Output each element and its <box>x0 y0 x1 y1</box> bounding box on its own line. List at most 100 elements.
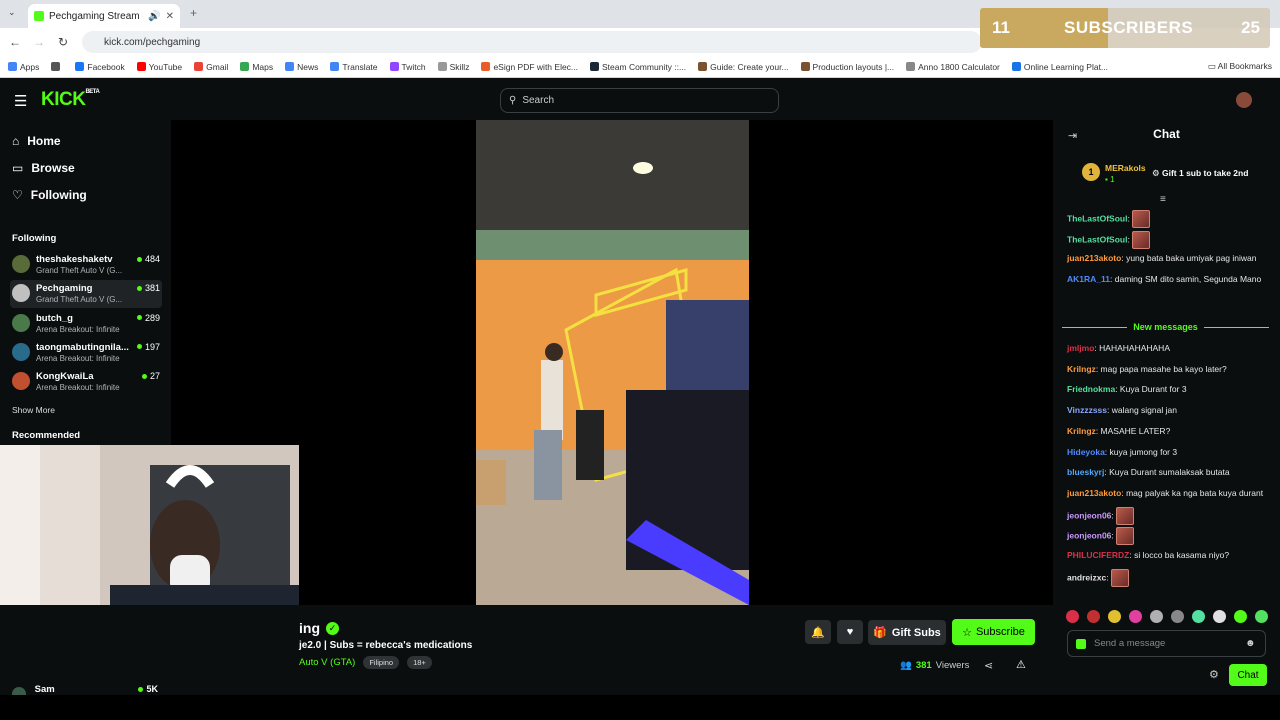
chat-username[interactable]: blueskyrj <box>1067 467 1104 477</box>
chat-text: HAHAHAHAHAHA <box>1099 343 1170 353</box>
tag-language[interactable]: Filipino <box>363 656 400 669</box>
chat-message: Krilngz: mag papa masahe ba kayo later? <box>1067 363 1227 374</box>
gift-leaderboard[interactable]: 1 MERakols ▪ 1 ⚙ Gift 1 sub to take 2nd <box>1082 160 1267 188</box>
new-tab-icon[interactable]: + <box>190 6 197 20</box>
bookmark-item[interactable] <box>51 62 63 71</box>
chat-message-input[interactable]: Send a message <box>1067 630 1266 657</box>
chat-username[interactable]: juan213akoto <box>1067 253 1121 263</box>
user-avatar[interactable] <box>1236 92 1252 108</box>
notification-bell-icon[interactable]: 🔔 <box>805 620 831 644</box>
quick-emote-icon[interactable] <box>1066 609 1079 623</box>
nav-browse[interactable]: ▭ Browse <box>12 161 75 175</box>
bookmark-item[interactable]: Online Learning Plat... <box>1011 62 1108 72</box>
top-gifter-count: ▪ 1 <box>1105 175 1115 184</box>
tab-list-icon[interactable]: ⌄ <box>8 7 16 18</box>
bookmark-item[interactable]: Skillz <box>437 62 469 72</box>
chat-username[interactable]: jeonjeon06 <box>1067 510 1111 520</box>
bookmark-item[interactable]: Steam Community ::... <box>590 62 686 72</box>
bookmark-item[interactable]: Apps <box>8 62 39 72</box>
bookmark-label: eSign PDF with Elec... <box>493 61 579 72</box>
following-channel[interactable]: theshakeshaketv Grand Theft Auto V (G... 4… <box>10 251 162 279</box>
following-channel[interactable]: taongmabutingnila... Arena Breakout: Infi… <box>10 339 162 367</box>
chat-username[interactable]: Vinzzzsss <box>1067 405 1107 415</box>
bookmark-item[interactable]: eSign PDF with Elec... <box>481 62 578 72</box>
back-icon[interactable]: ← <box>3 35 27 49</box>
forward-icon[interactable]: → <box>27 35 51 49</box>
channel-avatar <box>12 284 30 303</box>
chat-username[interactable]: TheLastOfSoul <box>1067 213 1127 223</box>
bookmark-item[interactable]: Guide: Create your... <box>698 61 789 72</box>
quick-emote-icon[interactable] <box>1150 609 1163 623</box>
bookmark-item[interactable]: Gmail <box>194 62 228 72</box>
chat-username[interactable]: jmljmo <box>1067 343 1094 353</box>
bookmark-item[interactable]: Twitch <box>389 62 426 72</box>
show-more-link[interactable]: Show More <box>12 405 55 415</box>
chat-username[interactable]: AK1RA_11 <box>1067 274 1110 284</box>
chat-settings-gear-icon[interactable]: ⚙ <box>1209 668 1219 681</box>
kick-logo[interactable]: KICKBETA <box>41 89 100 111</box>
quick-emote-icon[interactable] <box>1129 609 1142 623</box>
channel-viewers: 197 <box>136 342 160 352</box>
bookmark-label: Apps <box>20 61 40 72</box>
nav-following[interactable]: ♡ Following <box>12 188 87 202</box>
audio-icon[interactable]: 🔊 <box>148 11 160 22</box>
chat-username[interactable]: Friednokma <box>1067 384 1115 394</box>
category-link[interactable]: Auto V (GTA) <box>299 657 355 668</box>
tag-age[interactable]: 18+ <box>407 656 432 669</box>
report-icon[interactable]: ⚠ <box>1016 658 1026 671</box>
search-input[interactable]: ⚲ Search <box>500 88 779 113</box>
quick-emote-icon[interactable] <box>1087 609 1100 623</box>
quick-emote-icon[interactable] <box>1213 609 1226 623</box>
share-icon[interactable]: ⋖ <box>984 659 993 672</box>
chat-username[interactable]: jeonjeon06 <box>1067 531 1111 541</box>
following-channel[interactable]: Pechgaming Grand Theft Auto V (G... 381 <box>10 280 162 309</box>
chat-username[interactable]: PHILUCIFERDZ <box>1067 550 1129 560</box>
url-field[interactable]: kick.com/pechgaming <box>82 31 982 53</box>
bookmark-item[interactable]: Translate <box>330 62 378 72</box>
quick-emote-icon[interactable] <box>1192 609 1205 623</box>
quick-emote-icon[interactable] <box>1234 609 1247 623</box>
hamburger-menu-icon[interactable]: ☰ <box>14 92 27 110</box>
bookmark-label: Maps <box>252 61 274 72</box>
emoji-picker-icon[interactable]: ☻ <box>1245 638 1256 649</box>
chat-username[interactable]: TheLastOfSoul <box>1067 234 1127 244</box>
following-channel[interactable]: KongKwaiLa Arena Breakout: Infinite 27 <box>10 368 162 396</box>
bookmark-item[interactable]: YouTube <box>136 62 182 72</box>
channel-avatar <box>12 342 30 361</box>
reload-icon[interactable]: ↻ <box>51 35 75 49</box>
all-bookmarks-button[interactable]: ▭ All Bookmarks <box>1208 61 1272 72</box>
follow-heart-icon[interactable]: ♥ <box>837 620 863 644</box>
new-messages-divider: New messages <box>1062 321 1270 333</box>
channel-avatar <box>12 372 30 391</box>
channel-name[interactable]: ing ✓ <box>299 620 339 636</box>
bookmark-item[interactable]: Anno 1800 Calculator <box>906 62 1000 72</box>
gift-subs-button[interactable]: 🎁 Gift Subs <box>868 620 946 645</box>
chat-emote <box>1116 527 1135 546</box>
bookmark-item[interactable]: Maps <box>240 62 273 72</box>
chat-username[interactable]: Krilngz <box>1067 426 1096 436</box>
browse-icon: ▭ <box>12 161 24 175</box>
bookmark-item[interactable]: Production layouts |... <box>800 62 894 72</box>
browser-tab[interactable]: Pechgaming Stream - Watch 🔊 ✕ <box>28 4 180 28</box>
bookmark-label: Guide: Create your... <box>710 61 789 72</box>
following-channel[interactable]: butch_g Arena Breakout: Infinite 289 <box>10 310 162 338</box>
bookmark-item[interactable]: News <box>285 62 318 72</box>
close-tab-icon[interactable]: ✕ <box>166 11 174 22</box>
chat-message: blueskyrj: Kuya Durant sumalaksak butata <box>1067 467 1230 478</box>
bookmark-item[interactable]: Facebook <box>75 62 125 72</box>
scroll-down-icon[interactable]: ≡ <box>1160 194 1166 205</box>
subscribe-button[interactable]: ☆ Subscribe <box>952 619 1035 645</box>
chat-input-placeholder: Send a message <box>1094 638 1166 649</box>
send-chat-button[interactable]: Chat <box>1229 664 1267 686</box>
quick-emote-icon[interactable] <box>1171 609 1184 623</box>
chat-username[interactable]: Hideyoka <box>1067 447 1105 457</box>
quick-emote-icon[interactable] <box>1108 609 1121 623</box>
chat-username[interactable]: andreizxc <box>1067 572 1106 582</box>
nav-home[interactable]: ⌂ Home <box>12 134 61 148</box>
recommended-avatar <box>12 687 26 695</box>
subscriber-label: SUBSCRIBERS <box>1064 18 1194 37</box>
stream-video[interactable] <box>476 120 749 605</box>
chat-username[interactable]: Krilngz <box>1067 364 1096 374</box>
quick-emote-icon[interactable] <box>1255 609 1268 623</box>
chat-username[interactable]: juan213akoto <box>1067 488 1121 498</box>
